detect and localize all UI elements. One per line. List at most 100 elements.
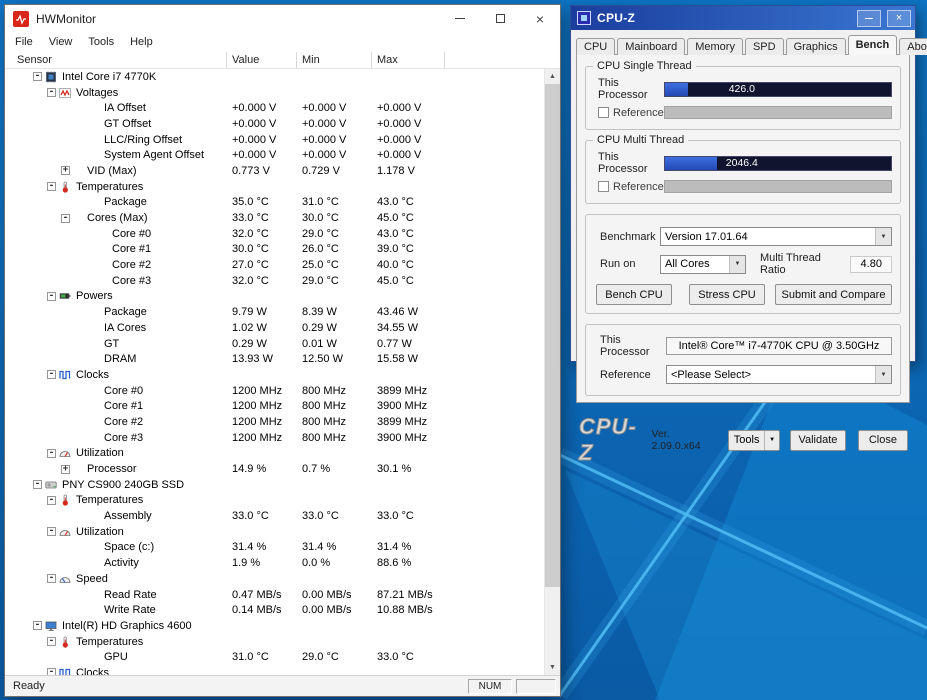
table-row[interactable]: IA Cores 1.02 W 0.29 W 34.55 W	[5, 320, 544, 336]
tree-expander[interactable]: -	[47, 88, 56, 98]
table-row[interactable]: - Intel(R) HD Graphics 4600	[5, 618, 544, 634]
column-header-max[interactable]: Max	[372, 52, 445, 68]
table-row[interactable]: Space (c:) 31.4 % 31.4 % 31.4 %	[5, 540, 544, 556]
tab-about[interactable]: About	[899, 38, 927, 55]
table-row[interactable]: Core #1 30.0 °C 26.0 °C 39.0 °C	[5, 242, 544, 258]
multi-thread-reference-checkbox[interactable]	[598, 181, 609, 192]
close-dialog-button[interactable]: Close	[857, 429, 908, 451]
tree-expander[interactable]: -	[47, 574, 56, 584]
column-header-sensor[interactable]: Sensor	[5, 52, 227, 68]
close-button[interactable]: ×	[887, 9, 911, 27]
table-row[interactable]: Core #3 1200 MHz 800 MHz 3900 MHz	[5, 430, 544, 446]
tree-expander[interactable]: -	[61, 213, 70, 223]
tree-expander[interactable]: -	[47, 637, 56, 647]
chevron-down-icon[interactable]: ▼	[875, 366, 891, 383]
reference-select[interactable]: <Please Select> ▼	[666, 365, 892, 384]
table-row[interactable]: Package 35.0 °C 31.0 °C 43.0 °C	[5, 195, 544, 211]
scroll-up-icon[interactable]: ▲	[545, 69, 560, 84]
table-row[interactable]: Core #0 32.0 °C 29.0 °C 43.0 °C	[5, 226, 544, 242]
table-row[interactable]: GT 0.29 W 0.01 W 0.77 W	[5, 336, 544, 352]
column-header-min[interactable]: Min	[297, 52, 372, 68]
cpuz-titlebar[interactable]: CPU-Z ×	[571, 6, 915, 30]
tree-expander[interactable]: -	[47, 448, 56, 458]
table-row[interactable]: Write Rate 0.14 MB/s 0.00 MB/s 10.88 MB/…	[5, 602, 544, 618]
hwmonitor-titlebar[interactable]: HWMonitor ×	[5, 5, 560, 32]
tree-expander[interactable]: -	[47, 668, 56, 675]
table-row[interactable]: IA Offset +0.000 V +0.000 V +0.000 V	[5, 100, 544, 116]
scroll-down-icon[interactable]: ▼	[545, 660, 560, 675]
table-row[interactable]: - Clocks	[5, 367, 544, 383]
table-row[interactable]: Activity 1.9 % 0.0 % 88.6 %	[5, 555, 544, 571]
chevron-down-icon[interactable]: ▼	[728, 255, 745, 273]
table-row[interactable]: + Processor 14.9 % 0.7 % 30.1 %	[5, 461, 544, 477]
sensor-label: Package	[104, 196, 147, 209]
column-header-value[interactable]: Value	[227, 52, 297, 68]
table-row[interactable]: - Clocks	[5, 665, 544, 675]
run-on-label: Run on	[600, 258, 636, 270]
menu-file[interactable]: File	[7, 34, 41, 50]
tools-button[interactable]: Tools ▼	[728, 429, 781, 451]
vertical-scrollbar[interactable]: ▲ ▼	[544, 69, 560, 675]
table-row[interactable]: LLC/Ring Offset +0.000 V +0.000 V +0.000…	[5, 132, 544, 148]
table-row[interactable]: - Speed	[5, 571, 544, 587]
minimize-button[interactable]	[857, 9, 881, 27]
table-row[interactable]: DRAM 13.93 W 12.50 W 15.58 W	[5, 351, 544, 367]
table-row[interactable]: - Temperatures	[5, 493, 544, 509]
tab-bench[interactable]: Bench	[847, 35, 898, 55]
tree-expander[interactable]: +	[61, 464, 70, 474]
sensor-label: Powers	[76, 290, 113, 303]
table-row[interactable]: - Utilization	[5, 524, 544, 540]
table-row[interactable]: Core #0 1200 MHz 800 MHz 3899 MHz	[5, 383, 544, 399]
table-row[interactable]: - Voltages	[5, 85, 544, 101]
table-row[interactable]: - Powers	[5, 289, 544, 305]
tree-expander[interactable]: -	[47, 291, 56, 301]
tree-expander[interactable]: -	[47, 370, 56, 380]
tree-expander[interactable]: -	[47, 182, 56, 192]
table-row[interactable]: Read Rate 0.47 MB/s 0.00 MB/s 87.21 MB/s	[5, 587, 544, 603]
table-row[interactable]: - Intel Core i7 4770K	[5, 69, 544, 85]
table-row[interactable]: Core #1 1200 MHz 800 MHz 3900 MHz	[5, 398, 544, 414]
tab-memory[interactable]: Memory	[687, 38, 743, 55]
close-button[interactable]: ×	[520, 5, 560, 32]
table-row[interactable]: - Utilization	[5, 446, 544, 462]
menu-tools[interactable]: Tools	[80, 34, 122, 50]
tree-expander[interactable]: -	[33, 621, 42, 631]
table-row[interactable]: - Temperatures	[5, 179, 544, 195]
single-thread-reference-checkbox[interactable]	[598, 107, 609, 118]
tree-expander[interactable]: -	[47, 495, 56, 505]
scrollbar-thumb[interactable]	[545, 84, 560, 587]
table-row[interactable]: Package 9.79 W 8.39 W 43.46 W	[5, 304, 544, 320]
submit-and-compare-button[interactable]: Submit and Compare	[775, 284, 892, 305]
table-row[interactable]: Core #3 32.0 °C 29.0 °C 45.0 °C	[5, 273, 544, 289]
benchmark-version-select[interactable]: Version 17.01.64 ▼	[660, 227, 892, 246]
tab-mainboard[interactable]: Mainboard	[617, 38, 686, 55]
table-row[interactable]: Core #2 1200 MHz 800 MHz 3899 MHz	[5, 414, 544, 430]
tab-graphics[interactable]: Graphics	[785, 38, 846, 55]
tab-cpu[interactable]: CPU	[576, 38, 616, 55]
table-row[interactable]: - PNY CS900 240GB SSD	[5, 477, 544, 493]
tree-expander[interactable]: -	[33, 480, 42, 490]
table-row[interactable]: GT Offset +0.000 V +0.000 V +0.000 V	[5, 116, 544, 132]
menu-view[interactable]: View	[41, 34, 81, 50]
table-row[interactable]: Core #2 27.0 °C 25.0 °C 40.0 °C	[5, 257, 544, 273]
table-row[interactable]: - Cores (Max) 33.0 °C 30.0 °C 45.0 °C	[5, 210, 544, 226]
sensor-cell: Assembly	[5, 510, 227, 522]
table-row[interactable]: GPU 31.0 °C 29.0 °C 33.0 °C	[5, 649, 544, 665]
run-on-select[interactable]: All Cores ▼	[660, 254, 746, 274]
speed-icon	[59, 573, 71, 585]
tree-expander[interactable]: -	[33, 72, 42, 82]
table-row[interactable]: + VID (Max) 0.773 V 0.729 V 1.178 V	[5, 163, 544, 179]
tree-expander[interactable]: +	[61, 166, 70, 176]
chevron-down-icon[interactable]: ▼	[875, 228, 891, 245]
tree-expander[interactable]: -	[47, 527, 56, 537]
maximize-button[interactable]	[480, 5, 520, 32]
validate-button[interactable]: Validate	[790, 429, 846, 451]
tab-spd[interactable]: SPD	[744, 38, 784, 55]
stress-cpu-button[interactable]: Stress CPU	[689, 284, 765, 305]
table-row[interactable]: System Agent Offset +0.000 V +0.000 V +0…	[5, 147, 544, 163]
menu-help[interactable]: Help	[122, 34, 161, 50]
minimize-button[interactable]	[440, 5, 480, 32]
table-row[interactable]: Assembly 33.0 °C 33.0 °C 33.0 °C	[5, 508, 544, 524]
table-row[interactable]: - Temperatures	[5, 634, 544, 650]
bench-cpu-button[interactable]: Bench CPU	[596, 284, 672, 305]
